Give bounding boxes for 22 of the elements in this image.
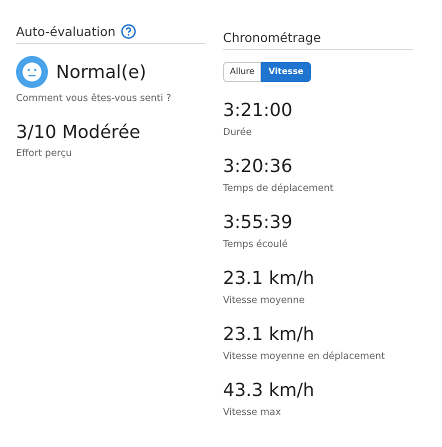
stat-value: 43.3 km/h <box>223 380 316 401</box>
section-title: Chronométrage <box>223 30 321 45</box>
feeling-label: Comment vous êtes-vous senti ? <box>16 93 172 104</box>
stat-value: 3:55:39 <box>223 212 294 233</box>
stat-label: Temps écoulé <box>223 239 289 250</box>
stat-value: 23.1 km/h <box>223 324 316 345</box>
effort-value: 3/10 Modérée <box>16 122 142 143</box>
feeling-value: Normal(e) <box>56 62 146 82</box>
stat-value: 23.1 km/h <box>223 268 316 289</box>
effort-label: Effort perçu <box>16 148 73 159</box>
help-icon[interactable] <box>120 24 136 39</box>
toggle-option[interactable]: Vitesse <box>261 62 311 82</box>
stat-value: 3:21:00 <box>223 100 294 121</box>
toggle-option[interactable]: Allure <box>223 62 262 82</box>
stat-label: Vitesse moyenne en déplacement <box>223 351 386 362</box>
stat-label: Vitesse max <box>223 407 282 418</box>
stat-label: Durée <box>223 127 253 138</box>
neutral-face-icon <box>16 56 48 88</box>
stat-label: Vitesse moyenne <box>223 295 306 306</box>
section-title: Auto-évaluation <box>16 24 116 39</box>
stat-value: 3:20:36 <box>223 156 294 177</box>
stat-label: Temps de déplacement <box>223 183 334 194</box>
